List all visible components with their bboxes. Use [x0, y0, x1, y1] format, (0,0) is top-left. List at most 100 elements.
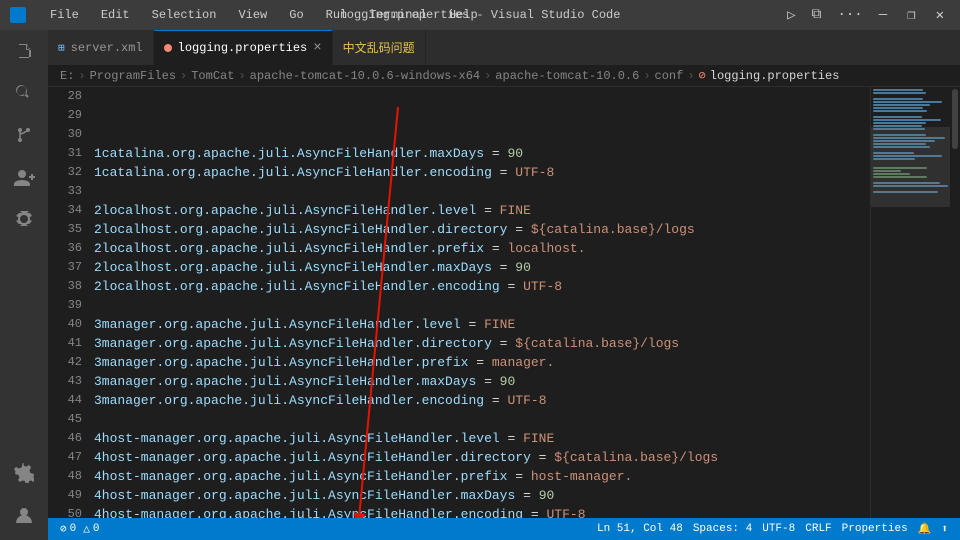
minimap-line	[873, 98, 923, 100]
breadcrumb-tomcat-dir: apache-tomcat-10.0.6	[495, 69, 639, 83]
content-area: ⊞ server.xml logging.properties × 中文乱码问题…	[48, 30, 960, 540]
menu-go[interactable]: Go	[285, 6, 307, 24]
tabs-bar: ⊞ server.xml logging.properties × 中文乱码问题	[48, 30, 960, 65]
code-line-34[interactable]: 2localhost.org.apache.juli.AsyncFileHand…	[94, 258, 870, 277]
window-title: logging.properties - Visual Studio Code	[340, 8, 621, 22]
error-icon: ⊘	[60, 522, 67, 536]
menu-file[interactable]: File	[46, 6, 83, 24]
activity-settings[interactable]	[7, 456, 41, 490]
activity-account[interactable]	[7, 498, 41, 532]
minimap-line	[873, 92, 926, 94]
scrollbar-thumb-vertical[interactable]	[952, 89, 958, 149]
main-layout: ⊞ server.xml logging.properties × 中文乱码问题…	[0, 30, 960, 540]
activity-search[interactable]	[7, 76, 41, 110]
status-bar-right: Ln 51, Col 48 Spaces: 4 UTF-8 CRLF Prope…	[593, 522, 952, 536]
close-button[interactable]: ✕	[930, 5, 950, 26]
vertical-scrollbar[interactable]	[950, 87, 960, 518]
maximize-button[interactable]: ❐	[901, 5, 921, 26]
activity-bar-bottom	[7, 456, 41, 540]
minimap-line	[873, 107, 923, 109]
warning-count: 0	[93, 523, 100, 535]
code-line-45[interactable]: 4host-manager.org.apache.juli.AsyncFileH…	[94, 467, 870, 486]
tab-server-xml[interactable]: ⊞ server.xml	[48, 30, 154, 65]
breadcrumb-e: E:	[60, 69, 74, 83]
error-count: 0	[70, 523, 77, 535]
code-line-35[interactable]: 2localhost.org.apache.juli.AsyncFileHand…	[94, 277, 870, 296]
activity-bar	[0, 30, 48, 540]
breadcrumb-conf: conf	[655, 69, 684, 83]
code-line-30[interactable]	[94, 182, 870, 201]
server-xml-icon: ⊞	[58, 41, 65, 55]
code-container[interactable]: 2829303132333435363738394041424344454647…	[48, 87, 870, 518]
breadcrumb: E: › ProgramFiles › TomCat › apache-tomc…	[48, 65, 960, 87]
menu-edit[interactable]: Edit	[97, 6, 134, 24]
minimap-line	[873, 104, 930, 106]
code-line-41[interactable]: 3manager.org.apache.juli.AsyncFileHandle…	[94, 391, 870, 410]
breadcrumb-error-icon: ⊘	[699, 68, 706, 83]
code-line-47[interactable]: 4host-manager.org.apache.juli.AsyncFileH…	[94, 505, 870, 518]
split-editor-icon[interactable]: ⧉	[806, 5, 828, 25]
code-line-38[interactable]: 3manager.org.apache.juli.AsyncFileHandle…	[94, 334, 870, 353]
code-line-31[interactable]: 2localhost.org.apache.juli.AsyncFileHand…	[94, 201, 870, 220]
code-line-43[interactable]: 4host-manager.org.apache.juli.AsyncFileH…	[94, 429, 870, 448]
code-line-44[interactable]: 4host-manager.org.apache.juli.AsyncFileH…	[94, 448, 870, 467]
editor-area: 2829303132333435363738394041424344454647…	[48, 87, 960, 518]
minimap-line	[873, 101, 942, 103]
status-errors[interactable]: ⊘ 0 △ 0	[56, 522, 103, 536]
minimize-button[interactable]: —	[873, 5, 893, 26]
code-line-42[interactable]	[94, 410, 870, 429]
remote-icon: ⬆	[941, 522, 948, 536]
code-line-39[interactable]: 3manager.org.apache.juli.AsyncFileHandle…	[94, 353, 870, 372]
minimap-line	[873, 110, 927, 112]
code-line-32[interactable]: 2localhost.org.apache.juli.AsyncFileHand…	[94, 220, 870, 239]
minimap-slider[interactable]	[871, 127, 950, 207]
minimap-line	[873, 122, 926, 124]
tab-server-xml-label: server.xml	[71, 41, 143, 55]
minimap-line	[873, 116, 922, 118]
code-line-37[interactable]: 3manager.org.apache.juli.AsyncFileHandle…	[94, 315, 870, 334]
minimap-line	[873, 119, 941, 121]
warning-icon: △	[83, 522, 90, 536]
status-spaces[interactable]: Spaces: 4	[689, 522, 756, 536]
activity-explorer[interactable]	[7, 34, 41, 68]
code-line-40[interactable]: 3manager.org.apache.juli.AsyncFileHandle…	[94, 372, 870, 391]
tab-logging-close-button[interactable]: ×	[313, 41, 321, 55]
activity-source-control[interactable]	[7, 118, 41, 152]
run-icon[interactable]: ▷	[781, 5, 801, 26]
breadcrumb-filename: logging.properties	[710, 69, 840, 83]
logging-properties-error-dot	[164, 44, 172, 52]
minimap	[870, 87, 950, 518]
code-line-29[interactable]: 1catalina.org.apache.juli.AsyncFileHandl…	[94, 163, 870, 182]
code-line-36[interactable]	[94, 296, 870, 315]
title-bar: File Edit Selection View Go Run Terminal…	[0, 0, 960, 30]
tab-logging-properties-label: logging.properties	[178, 41, 308, 55]
bell-icon: 🔔	[918, 522, 932, 536]
status-line-ending[interactable]: CRLF	[801, 522, 835, 536]
code-line-46[interactable]: 4host-manager.org.apache.juli.AsyncFileH…	[94, 486, 870, 505]
title-bar-actions[interactable]: ▷ ⧉ ··· — ❐ ✕	[781, 5, 950, 26]
status-language[interactable]: Properties	[838, 522, 912, 536]
activity-debug[interactable]	[7, 202, 41, 236]
status-notifications[interactable]: 🔔	[914, 522, 936, 536]
window-controls[interactable]: — ❐ ✕	[873, 5, 950, 26]
menu-selection[interactable]: Selection	[148, 6, 221, 24]
code-line-33[interactable]: 2localhost.org.apache.juli.AsyncFileHand…	[94, 239, 870, 258]
line-numbers: 2829303132333435363738394041424344454647…	[48, 87, 90, 518]
breadcrumb-tomcat-zip: apache-tomcat-10.0.6-windows-x64	[250, 69, 480, 83]
activity-extensions[interactable]	[7, 160, 41, 194]
breadcrumb-tomcat: TomCat	[191, 69, 234, 83]
tab-chinese-issue[interactable]: 中文乱码问题	[333, 30, 426, 65]
code-line-28[interactable]: 1catalina.org.apache.juli.AsyncFileHandl…	[94, 144, 870, 163]
more-actions-icon[interactable]: ···	[832, 5, 869, 25]
status-encoding[interactable]: UTF-8	[758, 522, 799, 536]
code-lines[interactable]: 1catalina.org.apache.juli.AsyncFileHandl…	[90, 87, 870, 518]
breadcrumb-programfiles: ProgramFiles	[90, 69, 176, 83]
vscode-logo	[10, 7, 26, 23]
status-bar: ⊘ 0 △ 0 Ln 51, Col 48 Spaces: 4 UTF-8 CR…	[48, 518, 960, 540]
tab-logging-properties[interactable]: logging.properties ×	[154, 30, 333, 65]
minimap-line	[873, 89, 923, 91]
tab-chinese-issue-label: 中文乱码问题	[343, 39, 415, 56]
status-position[interactable]: Ln 51, Col 48	[593, 522, 687, 536]
menu-view[interactable]: View	[234, 6, 271, 24]
status-remote[interactable]: ⬆	[937, 522, 952, 536]
